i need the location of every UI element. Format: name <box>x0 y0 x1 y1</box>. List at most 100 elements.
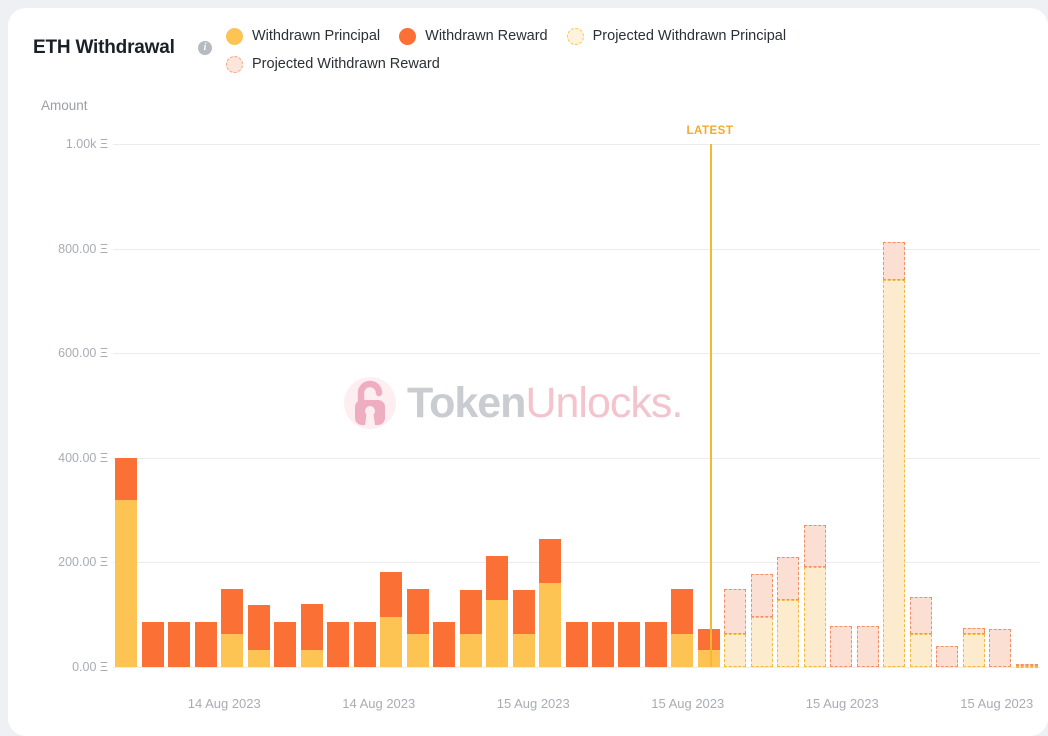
watermark-text: TokenUnlocks. <box>407 378 683 428</box>
bar-segment[interactable] <box>459 633 482 667</box>
bar-segment[interactable] <box>856 626 879 667</box>
bar-segment[interactable] <box>194 622 217 667</box>
bar-segment[interactable] <box>221 588 244 634</box>
bar-segment[interactable] <box>115 499 138 667</box>
bar-segment[interactable] <box>380 571 403 617</box>
y-axis-tick-label: 200.00 Ξ <box>58 555 108 570</box>
grid-line <box>113 248 1040 250</box>
legend-item-projected-withdrawn-principal[interactable]: Projected Withdrawn Principal <box>566 27 787 45</box>
x-axis-tick-label: 14 Aug 2023 <box>342 696 416 711</box>
bar-segment[interactable] <box>936 646 959 667</box>
grid-line <box>113 667 1040 668</box>
latest-marker-label: LATEST <box>686 125 734 137</box>
bar-segment[interactable] <box>883 279 906 667</box>
legend-swatch-icon <box>566 27 584 45</box>
grid-line <box>113 562 1040 564</box>
legend-row-1: Withdrawn Principal Withdrawn Reward Pro… <box>226 22 1016 50</box>
legend-item-withdrawn-principal[interactable]: Withdrawn Principal <box>226 27 381 45</box>
y-axis-title: Amount <box>41 98 88 113</box>
legend-swatch-icon <box>226 55 243 73</box>
bar-segment[interactable] <box>327 622 350 667</box>
bar-segment[interactable] <box>459 589 482 634</box>
bar-segment[interactable] <box>750 573 773 617</box>
watermark-brand-secondary: Unlocks. <box>525 378 683 427</box>
bar-segment[interactable] <box>539 539 561 584</box>
bar-segment[interactable] <box>750 616 773 667</box>
bar-segment[interactable] <box>883 242 906 280</box>
bar-segment[interactable] <box>300 650 323 667</box>
bar-segment[interactable] <box>777 557 800 601</box>
bar-segment[interactable] <box>539 583 561 667</box>
bar-segment[interactable] <box>141 622 164 667</box>
legend-swatch-icon <box>226 27 243 45</box>
bar-segment[interactable] <box>989 629 1012 667</box>
y-axis-tick-label: 400.00 Ξ <box>58 450 108 465</box>
bar-segment[interactable] <box>803 524 826 567</box>
grid-line <box>113 353 1040 355</box>
bar-segment[interactable] <box>565 622 588 667</box>
bar-segment[interactable] <box>830 626 853 667</box>
bar-segment[interactable] <box>697 629 720 651</box>
grid-line <box>113 457 1040 459</box>
bar-segment[interactable] <box>962 628 985 634</box>
lock-icon <box>344 377 396 429</box>
x-axis-tick-label: 15 Aug 2023 <box>960 696 1034 711</box>
bar-segment[interactable] <box>644 622 667 667</box>
bar-segment[interactable] <box>671 588 694 634</box>
watermark-brand-primary: Token <box>407 378 526 427</box>
bar-segment[interactable] <box>671 633 694 667</box>
legend-label: Projected Withdrawn Reward <box>252 56 440 72</box>
bar-segment[interactable] <box>486 600 509 667</box>
legend-swatch-icon <box>399 27 417 45</box>
x-axis-tick-label: 15 Aug 2023 <box>805 696 879 711</box>
bar-segment[interactable] <box>962 633 985 667</box>
bar-segment[interactable] <box>909 633 932 667</box>
bar-segment[interactable] <box>300 604 323 651</box>
bar-segment[interactable] <box>221 633 244 667</box>
bar-segment[interactable] <box>353 622 376 667</box>
legend-label: Withdrawn Principal <box>252 28 381 44</box>
latest-marker-line <box>709 144 712 667</box>
y-axis-tick-label: 1.00k Ξ <box>65 137 108 151</box>
bar-segment[interactable] <box>168 622 191 667</box>
bar-segment[interactable] <box>618 622 641 667</box>
y-axis-tick-label: 800.00 Ξ <box>58 241 108 256</box>
bar-segment[interactable] <box>724 588 747 634</box>
bar-segment[interactable] <box>247 605 270 651</box>
x-axis-tick-label: 15 Aug 2023 <box>651 696 725 711</box>
bar-segment[interactable] <box>486 556 509 601</box>
bar-segment[interactable] <box>512 633 535 667</box>
bar-segment[interactable] <box>247 650 270 667</box>
legend-label: Withdrawn Reward <box>425 28 548 44</box>
bar-segment[interactable] <box>697 650 720 667</box>
info-icon[interactable]: i <box>198 41 212 55</box>
x-axis-tick-label: 14 Aug 2023 <box>187 696 261 711</box>
bar-segment[interactable] <box>406 633 429 667</box>
y-axis-tick-label: 600.00 Ξ <box>58 346 108 361</box>
bar-segment[interactable] <box>433 622 456 667</box>
bar-segment[interactable] <box>909 596 932 634</box>
bar-segment[interactable] <box>1015 663 1038 666</box>
legend-item-projected-withdrawn-reward[interactable]: Projected Withdrawn Reward <box>226 55 440 73</box>
legend-item-withdrawn-reward[interactable]: Withdrawn Reward <box>399 27 548 45</box>
bar-segment[interactable] <box>1015 665 1038 668</box>
chart-header: ETH Withdrawal i Withdrawn Principal Wit… <box>8 8 1048 86</box>
x-axis-tick-label: 15 Aug 2023 <box>496 696 570 711</box>
bar-segment[interactable] <box>724 633 747 667</box>
bar-segment[interactable] <box>512 589 535 634</box>
bar-segment[interactable] <box>591 622 614 667</box>
legend-label: Projected Withdrawn Principal <box>592 28 787 44</box>
bar-segment[interactable] <box>115 457 138 500</box>
chart-legend: Withdrawn Principal Withdrawn Reward Pro… <box>226 22 1016 78</box>
bar-segment[interactable] <box>274 622 297 667</box>
grid-line <box>113 144 1040 145</box>
chart-plot-area: 0.00 Ξ 200.00 Ξ 400.00 Ξ 600.00 Ξ 800.00 Ξ 1.… <box>8 8 1048 736</box>
y-axis-tick-label: 0.00 Ξ <box>72 660 108 674</box>
bar-segment[interactable] <box>406 588 429 634</box>
bar-segment[interactable] <box>380 616 403 667</box>
legend-row-2: Projected Withdrawn Reward <box>226 50 1016 78</box>
bar-segment[interactable] <box>777 600 800 667</box>
page-title: ETH Withdrawal <box>33 37 175 58</box>
bar-segment[interactable] <box>803 566 826 667</box>
watermark: TokenUnlocks. <box>343 376 683 430</box>
